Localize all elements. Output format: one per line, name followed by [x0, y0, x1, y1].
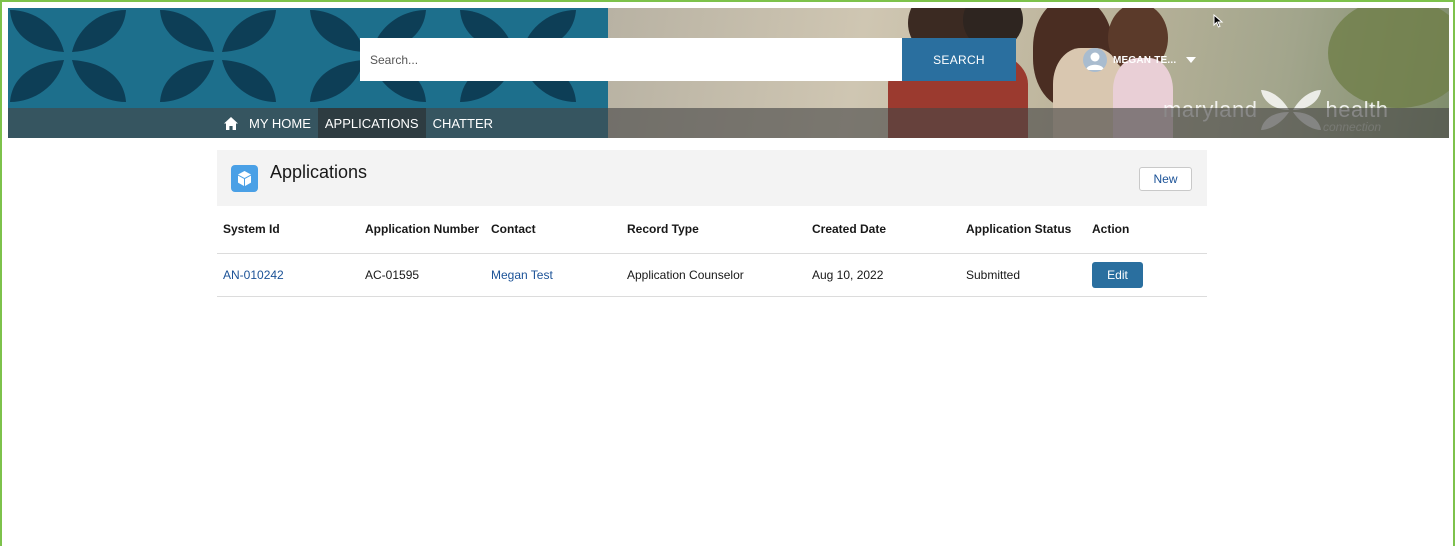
- applications-list: Applications New System Id Application N…: [217, 150, 1207, 297]
- applications-table: System Id Application Number Contact Rec…: [217, 206, 1207, 297]
- nav-item-applications[interactable]: APPLICATIONS: [317, 108, 426, 138]
- main-nav: MY HOME APPLICATIONS CHATTER: [8, 108, 1449, 138]
- caret-down-icon: [1186, 57, 1197, 63]
- column-header-system-id: System Id: [217, 206, 359, 254]
- nav-item-my-home[interactable]: MY HOME: [242, 108, 318, 138]
- list-title: Applications: [270, 161, 368, 182]
- home-icon[interactable]: [220, 108, 242, 138]
- table-row: AN-010242 AC-01595 Megan Test Applicatio…: [217, 253, 1207, 297]
- system-id-link[interactable]: AN-010242: [223, 268, 284, 282]
- application-cube-icon: [231, 164, 258, 192]
- cell-action: Edit: [1086, 253, 1207, 297]
- cell-application-number: AC-01595: [359, 253, 485, 297]
- table-header-row: System Id Application Number Contact Rec…: [217, 206, 1207, 254]
- new-button[interactable]: New: [1139, 167, 1192, 191]
- cell-contact: Megan Test: [485, 253, 621, 297]
- column-header-record-type: Record Type: [621, 206, 806, 254]
- edit-button[interactable]: Edit: [1092, 261, 1143, 288]
- column-header-action: Action: [1086, 206, 1207, 254]
- cell-system-id: AN-010242: [217, 253, 359, 297]
- column-header-contact: Contact: [485, 206, 621, 254]
- column-header-application-number: Application Number: [359, 206, 485, 254]
- list-header: Applications New: [217, 150, 1207, 206]
- column-header-application-status: Application Status: [960, 206, 1086, 254]
- cell-created-date: Aug 10, 2022: [806, 253, 960, 297]
- search-button[interactable]: SEARCH: [902, 38, 1016, 81]
- header-banner: maryland health connection SEARCH MEGAN …: [8, 8, 1449, 138]
- search-input[interactable]: [360, 38, 902, 81]
- nav-item-chatter[interactable]: CHATTER: [426, 108, 500, 138]
- cell-record-type: Application Counselor: [621, 253, 806, 297]
- mouse-cursor-icon: [1213, 14, 1224, 28]
- search-bar: SEARCH: [360, 38, 1016, 81]
- column-header-created-date: Created Date: [806, 206, 960, 254]
- contact-link[interactable]: Megan Test: [491, 268, 553, 282]
- user-avatar-icon: [1083, 48, 1107, 72]
- cell-application-status: Submitted: [960, 253, 1086, 297]
- user-menu[interactable]: MEGAN TE...: [1083, 48, 1197, 72]
- user-name: MEGAN TE...: [1113, 54, 1177, 66]
